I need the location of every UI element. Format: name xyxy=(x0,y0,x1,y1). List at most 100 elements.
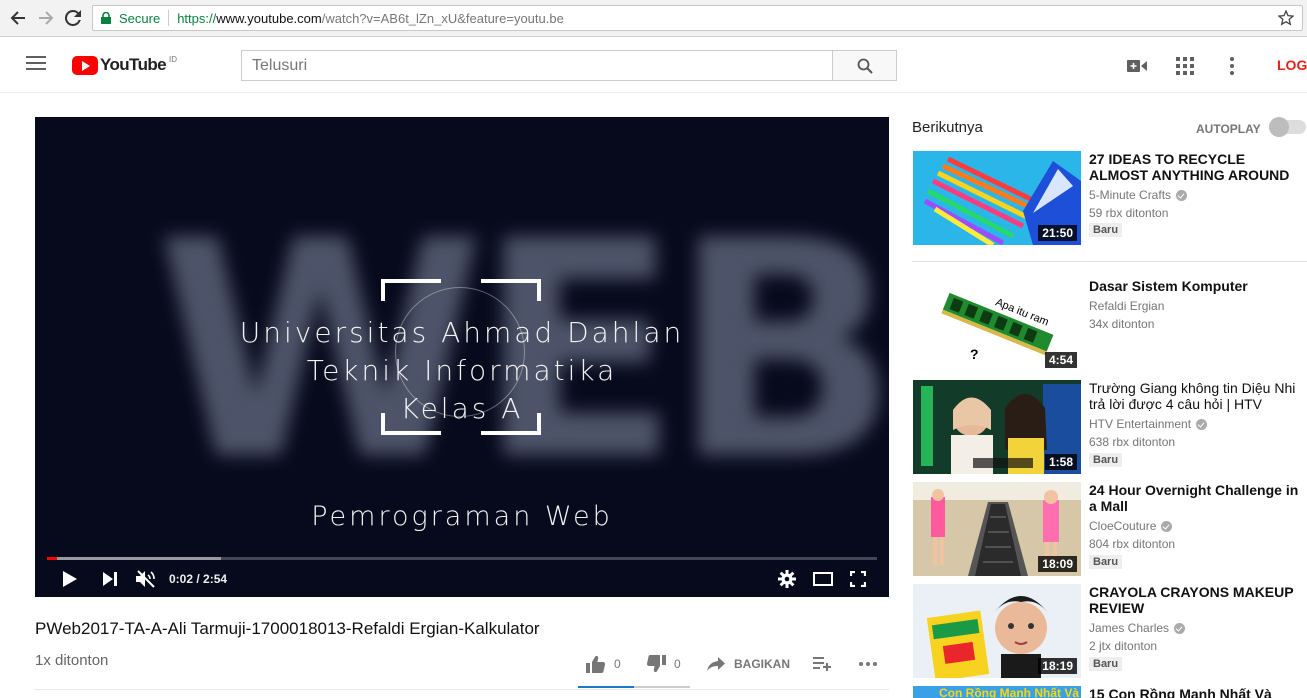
channel-name: James Charles xyxy=(1089,621,1170,635)
dislike-count: 0 xyxy=(674,657,681,671)
share-arrow-icon xyxy=(707,657,725,671)
logo-text: YouTube xyxy=(100,55,167,74)
thumbnail-question-mark: ? xyxy=(970,346,979,362)
back-icon[interactable] xyxy=(8,8,28,28)
up-next-heading: Berikutnya xyxy=(912,119,983,136)
overlay-text-class: Kelas A xyxy=(400,392,524,425)
recommended-video[interactable]: Apa itu ram ? 4:54 Dasar Sistem Komputer… xyxy=(913,278,1307,372)
autoplay-toggle[interactable] xyxy=(1269,117,1306,137)
recommended-channel[interactable]: James Charles xyxy=(1089,621,1186,635)
theater-mode-icon[interactable] xyxy=(811,567,835,591)
recommended-views: 2 jtx ditonton xyxy=(1089,639,1158,653)
search-button[interactable] xyxy=(832,50,897,81)
next-video-icon[interactable] xyxy=(99,567,121,591)
url-path: /watch?v=AB6t_lZn_xU&feature=youtu.be xyxy=(321,10,564,26)
address-divider xyxy=(168,10,170,26)
video-thumbnail[interactable]: 18:09 xyxy=(913,482,1081,576)
more-actions-button[interactable] xyxy=(859,654,877,674)
hamburger-menu-icon[interactable] xyxy=(26,56,46,72)
video-thumbnail[interactable]: Con Rồng Mạnh Nhất Và xyxy=(913,686,1081,698)
progress-played xyxy=(47,557,57,560)
recommended-title[interactable]: Dasar Sistem Komputer xyxy=(1089,278,1307,294)
url-host: www.youtube.com xyxy=(216,10,322,26)
browser-toolbar: Secure https://www.youtube.com/watch?v=A… xyxy=(0,0,1307,37)
share-button[interactable]: BAGIKAN xyxy=(707,654,790,674)
reload-icon[interactable] xyxy=(63,8,83,28)
apps-grid-icon[interactable] xyxy=(1174,55,1196,77)
address-bar[interactable]: Secure https://www.youtube.com/watch?v=A… xyxy=(92,5,1303,31)
region-code: ID xyxy=(169,54,177,64)
recommended-video[interactable]: 21:50 27 IDEAS TO RECYCLE ALMOST ANYTHIN… xyxy=(913,151,1307,245)
view-count: 1x ditonton xyxy=(35,652,109,669)
time-display: 0:02 / 2:54 xyxy=(169,572,228,586)
channel-name: HTV Entertainment xyxy=(1089,417,1192,431)
recommended-title[interactable]: 27 IDEAS TO RECYCLE ALMOST ANYTHING AROU… xyxy=(1089,151,1307,183)
add-to-playlist-button[interactable] xyxy=(813,654,831,674)
video-thumbnail[interactable]: 18:19 xyxy=(913,584,1081,678)
url-protocol: https:// xyxy=(177,10,217,26)
upload-video-icon[interactable] xyxy=(1126,55,1148,77)
video-title: PWeb2017-TA-A-Ali Tarmuji-1700018013-Ref… xyxy=(35,619,540,638)
overlay-text-university: Universitas Ahmad Dahlan xyxy=(239,316,685,349)
recommended-video[interactable]: 1:58 Trường Giang không tin Diệu Nhi trả… xyxy=(913,380,1307,474)
overlay-text-department: Teknik Informatika xyxy=(306,354,618,387)
recommended-video[interactable]: Con Rồng Mạnh Nhất Và 15 Con Rồng Mạnh N… xyxy=(913,686,1307,698)
play-icon[interactable] xyxy=(59,567,81,591)
recommended-channel[interactable]: 5-Minute Crafts xyxy=(1089,188,1188,202)
search-placeholder: Telusuri xyxy=(252,56,308,74)
forward-icon[interactable] xyxy=(36,8,56,28)
new-badge: Baru xyxy=(1089,223,1123,237)
muted-volume-icon[interactable] xyxy=(135,567,157,591)
video-duration: 21:50 xyxy=(1038,225,1077,241)
recommended-views: 638 rbx ditonton xyxy=(1089,435,1176,449)
recommended-channel[interactable]: CloeCouture xyxy=(1089,519,1173,533)
recommended-title[interactable]: 24 Hour Overnight Challenge in a Mall xyxy=(1089,482,1307,514)
youtube-play-icon xyxy=(72,55,98,75)
dislike-button[interactable]: 0 xyxy=(646,654,681,674)
more-vert-icon[interactable] xyxy=(1221,55,1243,77)
more-horiz-icon xyxy=(859,662,877,666)
youtube-logo[interactable]: YouTube ID xyxy=(72,55,177,75)
recommended-channel[interactable]: Refaldi Ergian xyxy=(1089,299,1164,313)
bookmark-star-icon[interactable] xyxy=(1277,9,1295,29)
progress-buffered xyxy=(47,557,222,560)
new-badge: Baru xyxy=(1089,657,1123,671)
new-badge: Baru xyxy=(1089,453,1123,467)
verified-check-icon xyxy=(1196,418,1208,430)
login-button[interactable]: LOGI xyxy=(1277,57,1307,73)
progress-bar[interactable] xyxy=(47,557,877,560)
info-divider xyxy=(35,689,889,690)
search-icon xyxy=(857,58,873,74)
recommended-video[interactable]: 18:19 CRAYOLA CRAYONS MAKEUP REVIEW Jame… xyxy=(913,584,1307,678)
like-ratio-bar xyxy=(578,686,690,688)
search-input[interactable]: Telusuri xyxy=(241,50,833,81)
thumbs-up-icon xyxy=(586,655,606,673)
video-thumbnail[interactable]: 1:58 xyxy=(913,380,1081,474)
video-thumbnail[interactable]: Apa itu ram ? 4:54 xyxy=(913,278,1081,372)
youtube-header: YouTube ID Telusuri LOGI xyxy=(0,37,1307,93)
overlay-frame xyxy=(381,279,441,301)
recommended-title[interactable]: CRAYOLA CRAYONS MAKEUP REVIEW xyxy=(1089,584,1307,616)
settings-gear-icon[interactable] xyxy=(776,567,798,591)
verified-check-icon xyxy=(1161,520,1173,532)
recommended-video[interactable]: 18:09 24 Hour Overnight Challenge in a M… xyxy=(913,482,1307,576)
channel-name: Refaldi Ergian xyxy=(1089,299,1165,313)
recommended-views: 34x ditonton xyxy=(1089,317,1155,331)
fullscreen-icon[interactable] xyxy=(847,567,869,591)
recommended-channel[interactable]: HTV Entertainment xyxy=(1089,417,1208,431)
share-label: BAGIKAN xyxy=(734,657,790,671)
overlay-frame xyxy=(481,279,541,301)
channel-name: 5-Minute Crafts xyxy=(1089,188,1172,202)
autoplay-label: AUTOPLAY xyxy=(1196,122,1261,136)
channel-name: CloeCouture xyxy=(1089,519,1157,533)
video-thumbnail[interactable]: 21:50 xyxy=(913,151,1081,245)
video-player[interactable]: WEB Universitas Ahmad Dahlan Teknik Info… xyxy=(35,117,889,597)
secure-label: Secure xyxy=(119,10,161,26)
like-button[interactable]: 0 xyxy=(586,654,621,674)
recommended-title[interactable]: 15 Con Rồng Mạnh Nhất Và xyxy=(1089,686,1307,698)
recommended-title[interactable]: Trường Giang không tin Diệu Nhi trả lời … xyxy=(1089,380,1307,412)
like-count: 0 xyxy=(614,657,621,671)
up-next-divider xyxy=(912,261,1307,262)
recommended-views: 59 rbx ditonton xyxy=(1089,206,1169,220)
playlist-add-icon xyxy=(813,657,831,671)
